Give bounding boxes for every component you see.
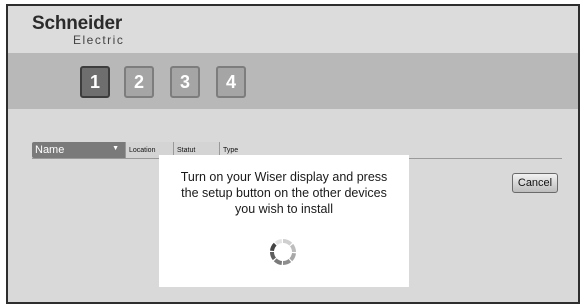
setup-dialog: Turn on your Wiser display and press the… xyxy=(159,155,409,287)
column-name-label: Name xyxy=(35,144,65,156)
content-area: Name ▼ Location Statut Type Cancel Turn … xyxy=(8,109,578,302)
caret-down-icon: ▼ xyxy=(112,145,119,152)
step-4[interactable]: 4 xyxy=(216,66,246,98)
step-1[interactable]: 1 xyxy=(80,66,110,98)
dialog-message: Turn on your Wiser display and press the… xyxy=(159,169,409,217)
cancel-button[interactable]: Cancel xyxy=(512,173,558,193)
brand-logo-name: Schneider xyxy=(32,13,123,34)
loading-spinner-icon xyxy=(269,238,297,266)
dialog-message-line-2: the setup button on the other devices xyxy=(181,186,387,200)
dialog-message-line-1: Turn on your Wiser display and press xyxy=(180,170,388,184)
wizard-step-bar: 1 2 3 4 xyxy=(8,53,578,109)
header: Schneider Electric xyxy=(8,6,578,53)
dialog-message-line-3: you wish to install xyxy=(235,202,333,216)
column-name-sort[interactable]: Name ▼ xyxy=(32,142,125,158)
step-2[interactable]: 2 xyxy=(124,66,154,98)
step-3[interactable]: 3 xyxy=(170,66,200,98)
brand-logo-sub: Electric xyxy=(73,33,125,47)
app-window: Schneider Electric 1 2 3 4 Name ▼ Locati… xyxy=(6,4,580,304)
